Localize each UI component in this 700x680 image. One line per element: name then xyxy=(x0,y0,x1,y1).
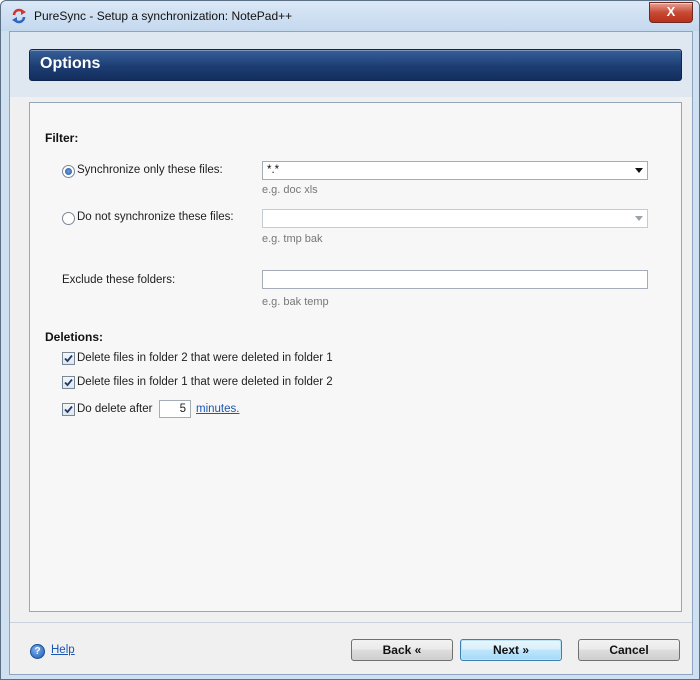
checkmark-icon xyxy=(64,378,73,387)
sync-only-label: Synchronize only these files: xyxy=(77,164,223,176)
no-sync-label: Do not synchronize these files: xyxy=(77,211,234,223)
minutes-link[interactable]: minutes. xyxy=(196,403,239,415)
close-window-button[interactable]: X xyxy=(649,2,693,23)
filter-heading: Filter: xyxy=(45,131,79,145)
chevron-down-icon[interactable] xyxy=(635,216,643,221)
chevron-down-icon[interactable] xyxy=(635,168,643,173)
options-banner: Options xyxy=(29,49,682,81)
no-sync-hint: e.g. tmp bak xyxy=(262,233,323,245)
exclude-folders-input[interactable] xyxy=(262,270,648,289)
help-icon[interactable]: ? xyxy=(30,644,45,659)
title-bar: PureSync - Setup a synchronization: Note… xyxy=(1,1,699,31)
next-button[interactable]: Next » xyxy=(460,639,562,661)
delete-folder2-label: Delete files in folder 2 that were delet… xyxy=(77,352,333,364)
sync-app-icon xyxy=(10,7,28,25)
delete-folder1-label: Delete files in folder 1 that were delet… xyxy=(77,376,333,388)
sync-only-hint: e.g. doc xls xyxy=(262,184,318,196)
close-icon: X xyxy=(666,4,676,19)
checkmark-icon xyxy=(64,354,73,363)
delete-folder2-checkbox[interactable] xyxy=(62,352,75,365)
checkmark-icon xyxy=(64,405,73,414)
delay-delete-checkbox[interactable] xyxy=(62,403,75,416)
footer-divider xyxy=(10,622,692,623)
dialog-client-area: Options Filter: Synchronize only these f… xyxy=(9,31,693,675)
puresync-window: PureSync - Setup a synchronization: Note… xyxy=(0,0,700,680)
no-sync-combobox[interactable] xyxy=(262,209,648,228)
header-band: Options xyxy=(10,32,692,97)
delete-folder1-checkbox[interactable] xyxy=(62,376,75,389)
deletions-heading: Deletions: xyxy=(45,330,104,344)
no-sync-radio[interactable] xyxy=(62,212,75,225)
window-title: PureSync - Setup a synchronization: Note… xyxy=(34,9,293,23)
delay-minutes-input[interactable]: 5 xyxy=(159,400,191,418)
sync-only-radio[interactable] xyxy=(62,165,75,178)
cancel-button[interactable]: Cancel xyxy=(578,639,680,661)
sync-only-value: *.* xyxy=(267,164,280,176)
exclude-folders-label: Exclude these folders: xyxy=(62,274,176,286)
help-link[interactable]: Help xyxy=(51,644,75,656)
delay-delete-label: Do delete after xyxy=(77,403,153,415)
sync-only-combobox[interactable]: *.* xyxy=(262,161,648,180)
back-button[interactable]: Back « xyxy=(351,639,453,661)
exclude-folders-hint: e.g. bak temp xyxy=(262,296,329,308)
options-panel: Filter: Synchronize only these files: *.… xyxy=(29,102,682,612)
page-title: Options xyxy=(40,55,101,72)
